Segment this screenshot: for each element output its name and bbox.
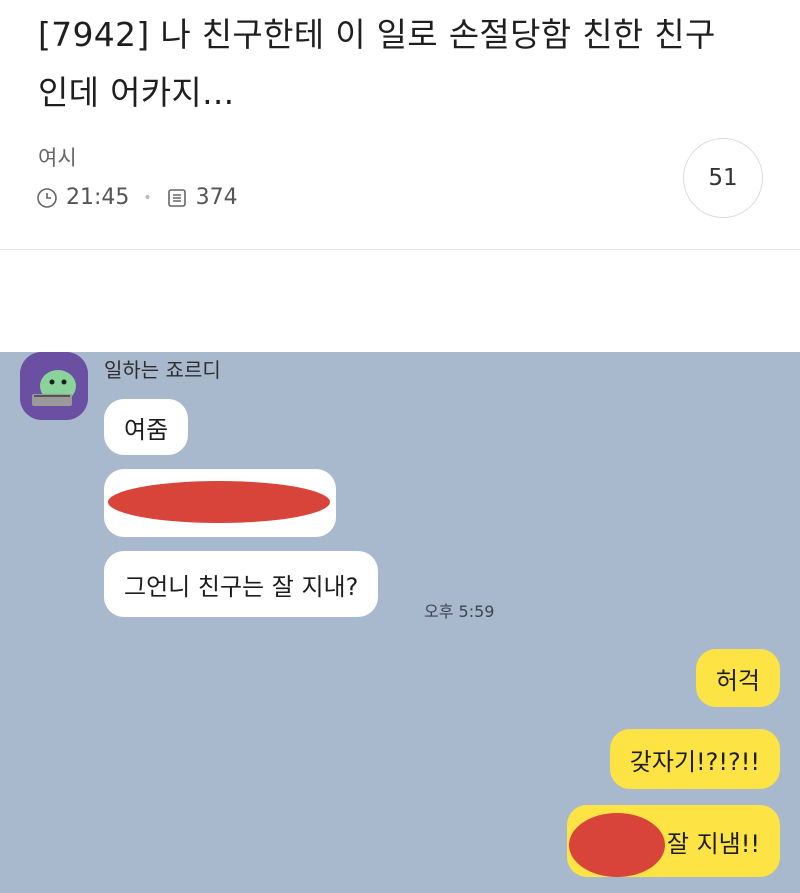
comment-count-button[interactable]: 51 bbox=[683, 138, 763, 218]
redaction-mark bbox=[568, 813, 665, 877]
avatar bbox=[20, 352, 88, 420]
post-title[interactable]: [7942] 나 친구한테 이 일로 손절당함 친한 친구인데 어카지... bbox=[38, 6, 738, 122]
author-name[interactable]: 여시 bbox=[38, 142, 77, 172]
chat-screenshot: 일하는 죠르디 여줌 그언니 친구는 잘 지내? 오후 5:59 허걱 갖자기!… bbox=[0, 352, 800, 893]
post-meta: 21:45 • 374 bbox=[36, 185, 238, 210]
chat-bubble-left-redacted bbox=[104, 469, 336, 537]
clock-icon bbox=[37, 187, 57, 208]
chat-bubble-left: 여줌 bbox=[104, 399, 189, 455]
sender-name: 일하는 죠르디 bbox=[104, 358, 221, 382]
chat-bubble-text: 잘 지냄!! bbox=[666, 829, 760, 858]
chat-bubble-right-partially-redacted: 잘 지냄!! bbox=[566, 805, 780, 877]
redaction-mark bbox=[108, 481, 330, 523]
chat-bubble-left: 그언니 친구는 잘 지내? bbox=[104, 551, 379, 617]
post-time: 21:45 bbox=[66, 185, 130, 210]
message-timestamp: 오후 5:59 bbox=[424, 602, 495, 621]
chat-bubble-right: 허걱 bbox=[695, 649, 780, 707]
views-icon bbox=[167, 188, 186, 207]
post-header: [7942] 나 친구한테 이 일로 손절당함 친한 친구인데 어카지... 여… bbox=[0, 0, 800, 250]
jordy-avatar-icon bbox=[20, 352, 88, 420]
view-count: 374 bbox=[195, 185, 238, 210]
chat-bubble-right: 갖자기!?!?!! bbox=[609, 729, 780, 789]
meta-separator: • bbox=[143, 189, 152, 206]
